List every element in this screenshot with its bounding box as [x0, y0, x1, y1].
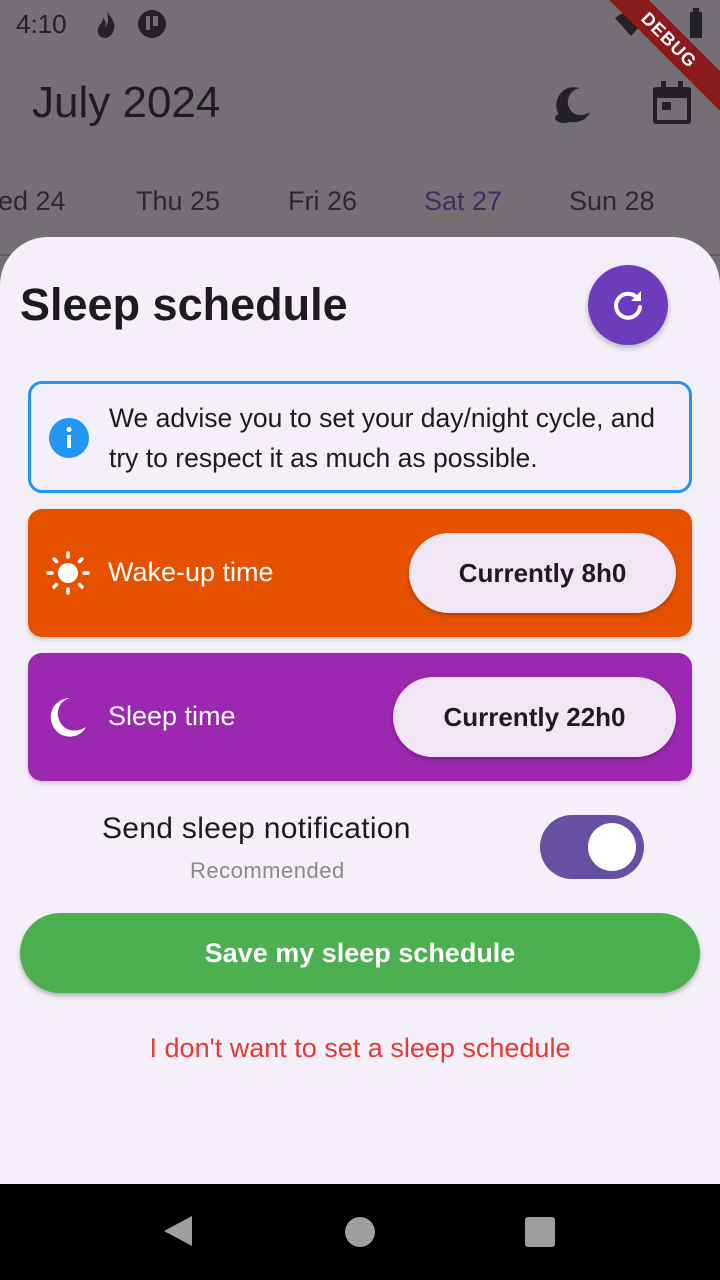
sleep-moon-icon	[50, 698, 86, 737]
info-box: We advise you to set your day/night cycl…	[28, 381, 692, 493]
sleep-time-button[interactable]: Currently 22h0	[393, 677, 676, 757]
home-icon[interactable]	[345, 1217, 375, 1247]
save-schedule-button[interactable]: Save my sleep schedule	[20, 913, 700, 993]
sleep-card: Sleep time Currently 22h0	[28, 653, 692, 781]
sheet-title: Sleep schedule	[20, 279, 348, 330]
info-icon	[49, 418, 89, 458]
refresh-icon	[614, 291, 642, 320]
sleep-schedule-sheet: Sleep schedule We advise you to set your…	[0, 237, 720, 1184]
status-time: 4:10	[16, 9, 67, 39]
wake-up-card: Wake-up time Currently 8h0	[28, 509, 692, 637]
status-bar: 4:10 DEBUG	[0, 0, 720, 118]
back-icon[interactable]	[162, 1214, 194, 1248]
toggle-knob	[588, 823, 636, 871]
wake-up-time-button[interactable]: Currently 8h0	[409, 533, 676, 613]
notification-sublabel: Recommended	[190, 858, 345, 883]
battery-icon	[690, 8, 702, 38]
day-item-selected[interactable]: Sat 27	[424, 186, 502, 217]
sleep-time-label: Sleep time	[108, 701, 236, 731]
flame-icon	[97, 10, 115, 38]
refresh-button[interactable]	[588, 265, 668, 345]
wake-up-label: Wake-up time	[108, 557, 274, 587]
day-selector: ed 24 Thu 25 Fri 26 Sat 27 Sun 28	[0, 186, 720, 226]
day-item[interactable]: ed 24	[0, 186, 66, 217]
day-item[interactable]: Thu 25	[136, 186, 220, 217]
recents-icon[interactable]	[525, 1217, 555, 1247]
calendar-icon[interactable]	[650, 80, 694, 126]
moon-icon[interactable]	[550, 82, 594, 126]
info-text: We advise you to set your day/night cycl…	[109, 403, 656, 473]
day-item[interactable]: Fri 26	[288, 186, 357, 217]
notification-label: Send sleep notification	[102, 812, 411, 845]
app-notification-icon	[138, 10, 166, 38]
decline-schedule-link[interactable]: I don't want to set a sleep schedule	[0, 1033, 720, 1064]
notification-toggle[interactable]	[540, 815, 644, 879]
day-item[interactable]: Sun 28	[569, 186, 655, 217]
sun-icon	[46, 551, 90, 595]
month-title: July 2024	[32, 78, 221, 127]
